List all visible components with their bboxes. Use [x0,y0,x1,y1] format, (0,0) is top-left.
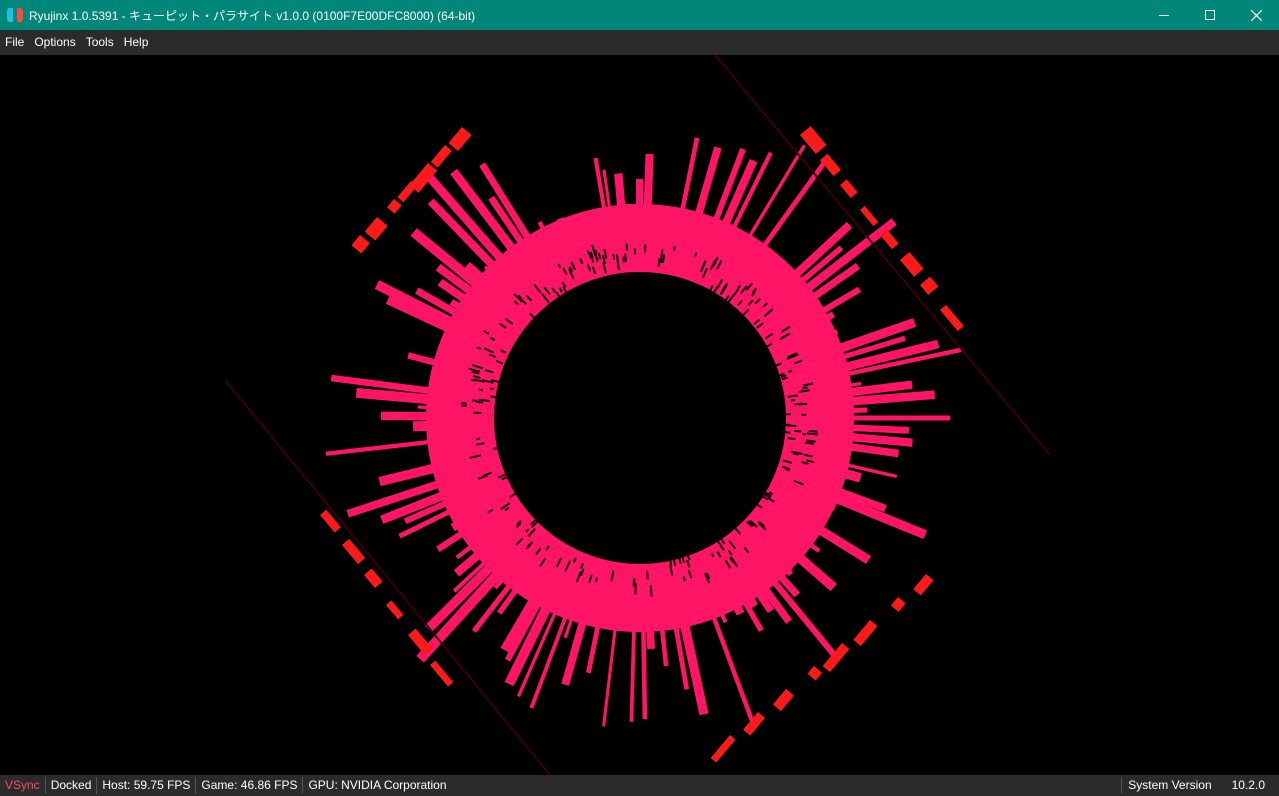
ryujinx-logo-icon [7,7,23,23]
red-accent-mark [743,712,766,736]
minimize-icon [1159,15,1169,16]
close-icon [1250,9,1262,21]
ring-speckle [786,413,792,416]
vsync-toggle[interactable]: VSync [0,775,45,796]
red-accent-mark [408,628,433,656]
emulator-window: Ryujinx 1.0.5391 - キューピット・パラサイト v1.0.0 (… [0,0,1279,796]
close-button[interactable] [1233,0,1279,30]
ring-visual [426,204,854,632]
game-render [224,55,1051,775]
title-bar[interactable]: Ryujinx 1.0.5391 - キューピット・パラサイト v1.0.0 (… [0,0,1279,30]
red-accent-mark [920,276,939,295]
red-accent-mark [710,735,736,763]
ring-speckle [473,411,482,414]
system-version-label: System Version [1128,778,1212,792]
menu-help[interactable]: Help [119,30,154,55]
ring-speckle [781,423,792,426]
red-accent-mark [364,568,383,589]
red-accent-mark [890,597,906,612]
red-accent-mark [448,127,472,152]
red-accent-mark [773,689,794,712]
red-accent-mark [430,660,454,687]
game-viewport[interactable] [0,55,1279,775]
gpu-info: GPU: NVIDIA Corporation [308,778,447,792]
red-accent-mark [853,620,878,647]
window-title: Ryujinx 1.0.5391 - キューピット・パラサイト v1.0.0 (… [29,8,476,23]
maximize-button[interactable] [1187,0,1233,30]
dock-mode-toggle[interactable]: Docked [46,775,97,796]
red-accent-mark [430,145,452,168]
red-accent-mark [385,600,404,620]
red-accent-mark [387,199,402,214]
red-accent-mark [839,179,858,198]
red-accent-mark [364,216,388,241]
red-accent-mark [320,509,341,533]
maximize-icon [1205,10,1215,20]
minimize-button[interactable] [1141,0,1187,30]
ring-speckle [801,413,807,416]
red-accent-mark [800,126,827,154]
red-accent-mark [807,666,823,681]
red-accent-mark [913,574,934,596]
ring-speckle [461,404,467,408]
menu-options[interactable]: Options [29,30,80,55]
ring-speckle [632,579,635,587]
red-accent-mark [351,235,370,254]
ring-speckle [644,244,647,253]
host-fps: Host: 59.75 FPS [102,778,191,792]
status-bar: VSync Docked Host: 59.75 FPS Game: 46.86… [0,775,1279,796]
menu-bar: File Options Tools Help [0,30,1279,55]
ring-speckle [633,248,637,255]
game-fps: Game: 46.86 FPS [201,778,298,792]
ring-speckle [801,432,807,436]
red-accent-mark [860,205,879,226]
red-accent-mark [341,538,366,565]
menu-tools[interactable]: Tools [81,30,119,55]
red-accent-mark [900,252,924,277]
window-controls [1141,0,1279,30]
system-version-value: 10.2.0 [1231,778,1265,792]
menu-file[interactable]: File [0,30,29,55]
